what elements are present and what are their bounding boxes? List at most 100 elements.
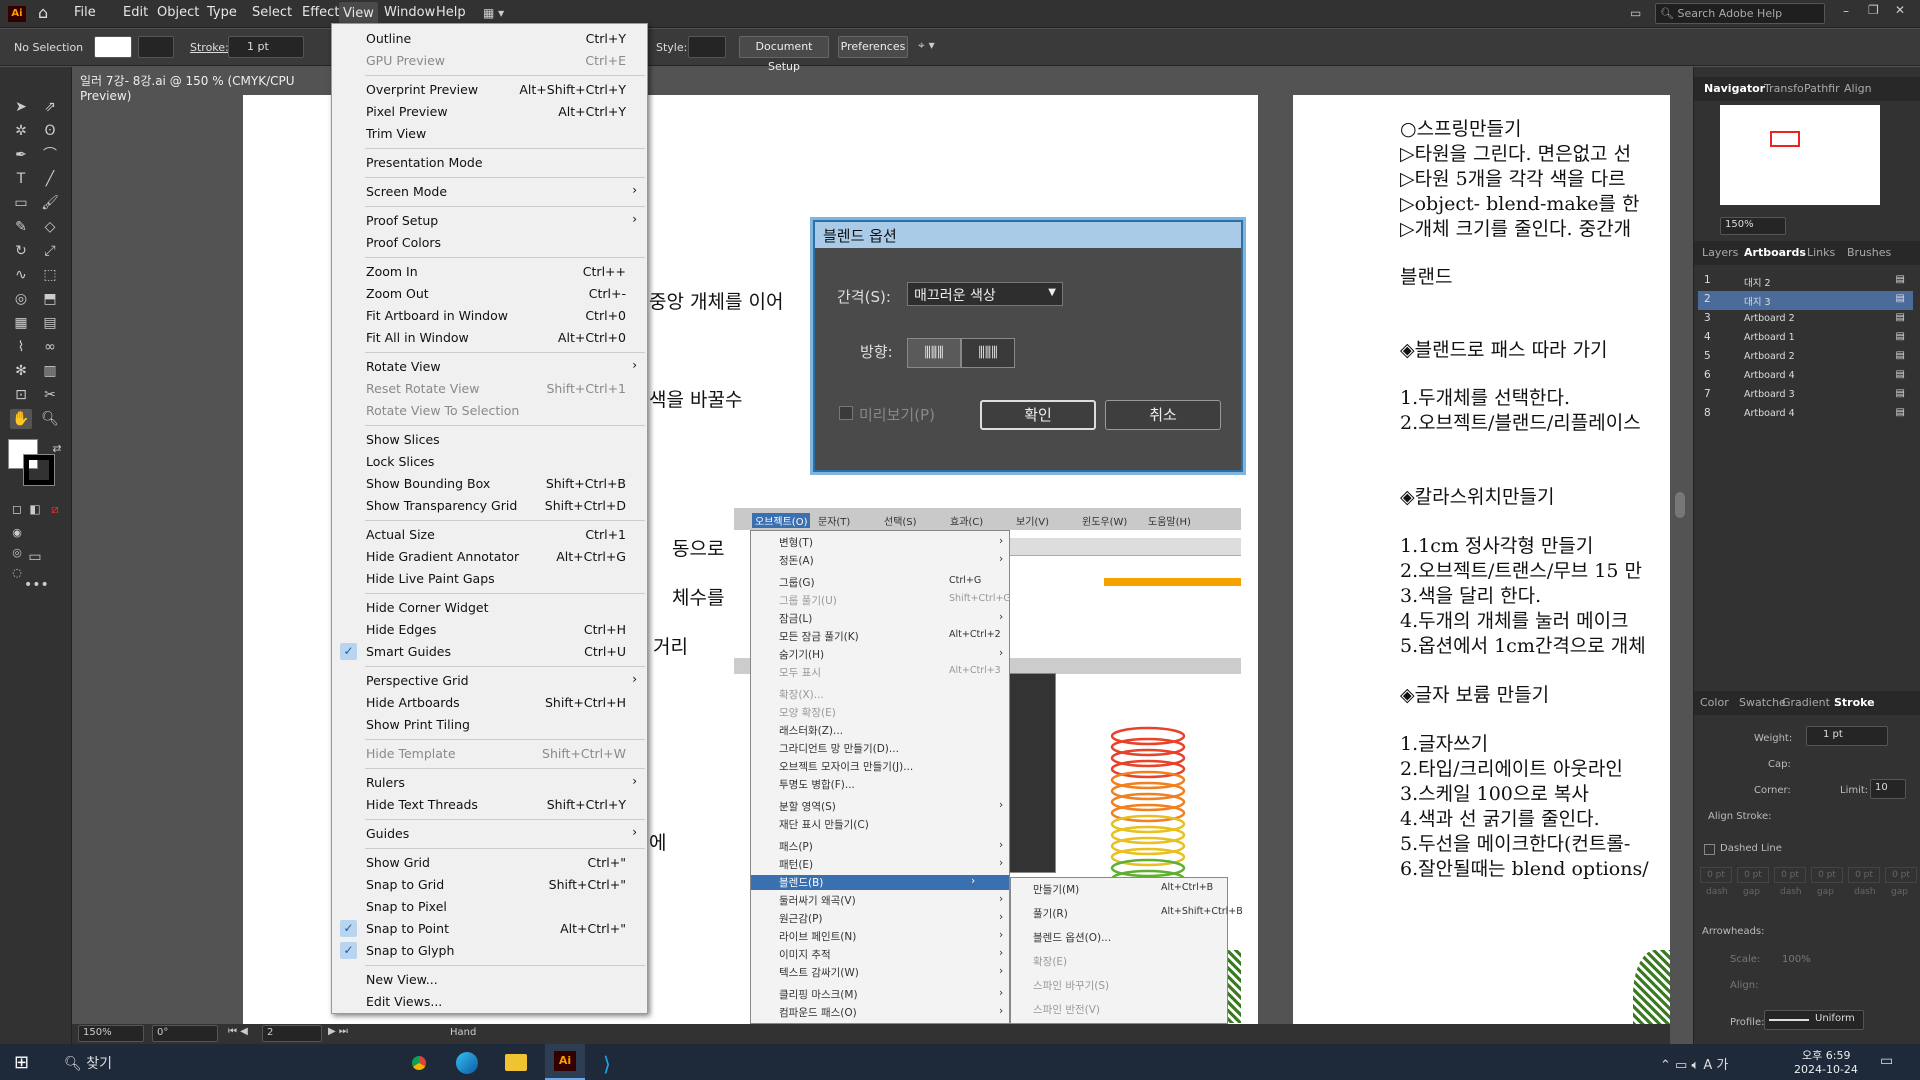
object-menu-item[interactable]: 변형(T) › (779, 535, 1003, 550)
object-menu-item[interactable]: 라이브 페인트(N) › (779, 929, 1003, 944)
object-menu-item[interactable]: 잠금(L) › (779, 611, 1003, 626)
view-menu-item-snap-to-pixel[interactable]: Snap to Pixel (332, 896, 647, 918)
view-menu-item-hide-edges[interactable]: Hide Edges Ctrl+H (332, 619, 647, 641)
view-menu-item-reset-rotate-view[interactable]: Reset Rotate View Shift+Ctrl+1 (332, 378, 647, 400)
gradient-fill-icon[interactable]: ◧ (24, 499, 46, 519)
menu-object[interactable]: Object (157, 5, 199, 20)
cancel-button[interactable]: 취소 (1105, 400, 1221, 430)
column-graph-icon[interactable]: ▥ (39, 361, 61, 381)
line-tool-icon[interactable]: ╱ (39, 169, 61, 189)
navigator-zoom-input[interactable]: 150% (1720, 217, 1786, 235)
clock-time[interactable]: 오후 6:59 (1802, 1047, 1850, 1063)
artboard-tool-icon[interactable]: ⊡ (10, 385, 32, 405)
panel-tab-brushes[interactable]: Brushes (1847, 246, 1891, 259)
view-menu-item-guides[interactable]: Guides › (332, 823, 647, 845)
arrange-docs-icon[interactable]: ▭ (1630, 6, 1641, 20)
panel-tab-links[interactable]: Links (1807, 246, 1835, 259)
panel-tab-pathfir[interactable]: Pathfir (1804, 82, 1840, 95)
artboard-row[interactable]: 1 대지 2 ▤ (1698, 272, 1913, 291)
eyedropper-icon[interactable]: ⌇ (10, 337, 32, 357)
object-menu-item[interactable]: 그룹 풀기(U) Shift+Ctrl+G (779, 593, 1011, 608)
artboard-row[interactable]: 4 Artboard 1 ▤ (1698, 329, 1913, 348)
view-menu-item-show-bounding-box[interactable]: Show Bounding Box Shift+Ctrl+B (332, 473, 647, 495)
live-paint-icon[interactable]: ⬒ (39, 289, 61, 309)
blend-submenu-item[interactable]: 스파인 바꾸기(S) (1033, 978, 1109, 993)
view-menu-item-hide-corner-widget[interactable]: Hide Corner Widget (332, 597, 647, 619)
menu-help[interactable]: Help (436, 5, 466, 20)
paintbrush-icon[interactable]: 🖌︎ (39, 193, 61, 213)
artboard-row[interactable]: 2 대지 3 ▤ (1698, 291, 1913, 310)
view-menu-item-rotate-view-to-selection[interactable]: Rotate View To Selection (332, 400, 647, 422)
limit-input[interactable]: 10 (1870, 779, 1906, 799)
panel-tab-color[interactable]: Color (1700, 696, 1729, 709)
illustrator-taskbar-icon[interactable]: Ai (545, 1044, 585, 1080)
curvature-icon[interactable]: ⌒ (39, 145, 61, 165)
panel-tab-transfo[interactable]: Transfo (1764, 82, 1804, 95)
view-menu-item-show-print-tiling[interactable]: Show Print Tiling (332, 714, 647, 736)
dash-input[interactable]: 0 pt (1737, 867, 1769, 883)
blend-submenu-item[interactable]: 만들기(M) Alt+Ctrl+B (1033, 882, 1213, 897)
weight-input[interactable]: 1 pt (1806, 726, 1888, 746)
object-menu-item[interactable]: 숨기기(H) › (779, 647, 1003, 662)
object-menu-item[interactable]: 컴파운드 패스(O) › (779, 1005, 1003, 1020)
view-menu-item-presentation-mode[interactable]: Presentation Mode (332, 152, 647, 174)
view-menu-item-outline[interactable]: Outline Ctrl+Y (332, 28, 647, 50)
object-menu-item[interactable]: 모든 잠금 풀기(K) Alt+Ctrl+2 (779, 629, 1001, 644)
artboard-right[interactable]: ○스프링만들기 ▷타원을 그린다. 면은없고 선 ▷타원 5개을 각각 색을 다르 ▷… (1293, 95, 1670, 1025)
menu-type[interactable]: Type (207, 5, 237, 20)
navigator-thumbnail[interactable] (1720, 105, 1880, 205)
artboard-options-icon[interactable]: ▤ (1896, 407, 1905, 418)
menu-edit[interactable]: Edit (123, 5, 148, 20)
artboard-options-icon[interactable]: ▤ (1896, 331, 1905, 342)
object-menu-item[interactable]: 모두 표시 Alt+Ctrl+3 (779, 665, 1001, 680)
panel-tab-gradient[interactable]: Gradient (1782, 696, 1830, 709)
view-menu-item-show-transparency-grid[interactable]: Show Transparency Grid Shift+Ctrl+D (332, 495, 647, 517)
menu-effect[interactable]: Effect (302, 5, 339, 20)
blend-submenu-item[interactable]: 풀기(R) Alt+Shift+Ctrl+B (1033, 906, 1243, 921)
view-menu-item-hide-artboards[interactable]: Hide Artboards Shift+Ctrl+H (332, 692, 647, 714)
object-menu-item[interactable]: 텍스트 감싸기(W) › (779, 965, 1003, 980)
view-menu-item-proof-colors[interactable]: Proof Colors (332, 232, 647, 254)
preview-checkbox[interactable] (839, 406, 853, 420)
workspace-switcher-icon[interactable]: ▦ ▾ (483, 6, 504, 20)
view-menu-item-snap-to-glyph[interactable]: ✓ Snap to Glyph (332, 940, 647, 962)
help-search-input[interactable]: 🔍︎ Search Adobe Help (1655, 3, 1825, 24)
document-setup-button[interactable]: Document Setup (739, 36, 829, 73)
warp-icon[interactable]: ∿ (10, 265, 32, 285)
stroke-swatch[interactable] (138, 36, 174, 58)
selection-tool-icon[interactable]: ➤ (10, 97, 32, 117)
clock-date[interactable]: 2024-10-24 (1794, 1063, 1858, 1076)
taskbar-search[interactable]: 🔍︎ 찾기 (56, 1044, 386, 1080)
view-menu-item-actual-size[interactable]: Actual Size Ctrl+1 (332, 524, 647, 546)
profile-dropdown[interactable]: Uniform (1764, 1010, 1864, 1030)
chrome-icon[interactable] (408, 1052, 430, 1074)
panel-tab-swatche[interactable]: Swatche (1739, 696, 1786, 709)
rectangle-tool-icon[interactable]: ▭ (10, 193, 32, 213)
view-menu-item-hide-template[interactable]: Hide Template Shift+Ctrl+W (332, 743, 647, 765)
view-menu-item-hide-text-threads[interactable]: Hide Text Threads Shift+Ctrl+Y (332, 794, 647, 816)
style-dropdown[interactable] (688, 36, 726, 58)
dash-input[interactable]: 0 pt (1848, 867, 1880, 883)
view-menu-item-snap-to-grid[interactable]: Snap to Grid Shift+Ctrl+" (332, 874, 647, 896)
view-menu-item-edit-views[interactable]: Edit Views... (332, 991, 647, 1013)
view-menu-item-new-view[interactable]: New View... (332, 969, 647, 991)
align-to-page-button[interactable]: ⫼⫼⫼ (907, 338, 961, 368)
file-explorer-icon[interactable] (505, 1054, 527, 1071)
blend-icon[interactable]: ∞ (39, 337, 61, 357)
spacing-dropdown[interactable]: 매끄러운 색상 ▼ (907, 282, 1063, 306)
blend-submenu-item[interactable]: 스파인 반전(V) (1033, 1002, 1100, 1017)
restore-icon[interactable]: ❐ (1868, 3, 1879, 17)
system-tray-icons[interactable]: ⌃ ▭ 🔈︎ A 가 (1660, 1054, 1728, 1073)
perspective-grid-icon[interactable]: ▦ (10, 313, 32, 333)
view-menu-item-trim-view[interactable]: Trim View (332, 123, 647, 145)
magic-wand-icon[interactable]: ✲ (10, 121, 32, 141)
view-menu-item-proof-setup[interactable]: Proof Setup › (332, 210, 647, 232)
zoom-level-input[interactable]: 150% (78, 1025, 144, 1042)
artboard-options-icon[interactable]: ▤ (1896, 274, 1905, 285)
panel-tab-navigator[interactable]: Navigator (1704, 82, 1765, 95)
view-menu-item-fit-artboard-in-window[interactable]: Fit Artboard in Window Ctrl+0 (332, 305, 647, 327)
artboard-options-icon[interactable]: ▤ (1896, 350, 1905, 361)
ok-button[interactable]: 확인 (980, 400, 1096, 430)
object-menu-item[interactable]: 투명도 병합(F)... (779, 777, 855, 792)
view-menu-item-screen-mode[interactable]: Screen Mode › (332, 181, 647, 203)
